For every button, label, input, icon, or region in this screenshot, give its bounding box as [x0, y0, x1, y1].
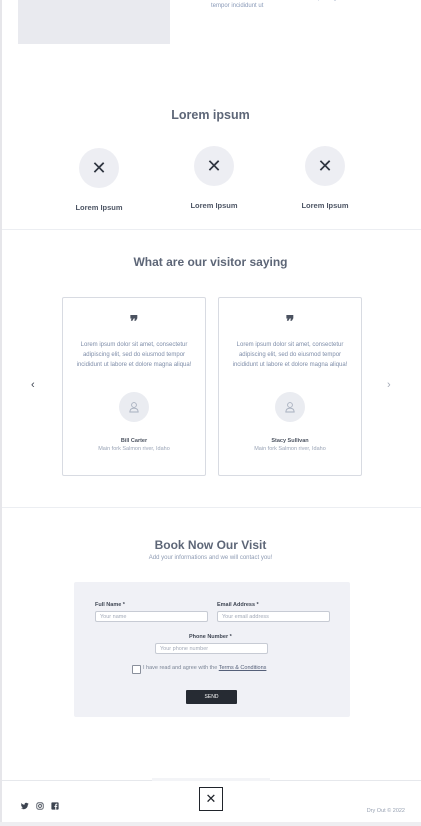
close-icon: ✕ — [79, 148, 119, 188]
feature-item: ✕ Lorem Ipsum — [169, 146, 259, 210]
instagram-icon[interactable] — [36, 802, 44, 812]
avatar-user-icon — [275, 392, 305, 422]
page-bottom-border — [0, 822, 421, 826]
feature-item: ✕ Lorem Ipsum — [54, 148, 144, 212]
agree-label: I have read and agree with the — [143, 665, 219, 671]
testimonial-location: Main fork Salmon river, Idaho — [254, 446, 326, 452]
close-icon: ✕ — [305, 146, 345, 186]
terms-agree-text: I have read and agree with the Terms & C… — [143, 665, 266, 671]
send-button[interactable]: SEND — [186, 690, 237, 704]
email-field[interactable]: Your email address — [217, 611, 330, 622]
feature-label: Lorem Ipsum — [301, 201, 349, 210]
avatar-user-icon — [119, 392, 149, 422]
twitter-icon[interactable] — [21, 802, 29, 812]
email-label: Email Address * — [217, 602, 259, 608]
section-divider — [2, 507, 421, 508]
close-icon[interactable]: ✕ — [199, 787, 223, 811]
full-name-field[interactable]: Your name — [95, 611, 208, 622]
testimonials-title: What are our visitor saying — [133, 255, 288, 269]
page-left-border — [0, 0, 2, 826]
features-title: Lorem ipsum — [171, 108, 250, 122]
carousel-prev-arrow-icon[interactable]: ‹ — [31, 379, 35, 391]
testimonial-location: Main fork Salmon river, Idaho — [98, 446, 170, 452]
testimonial-card: ❞ Lorem ipsum dolor sit amet, consectetu… — [218, 297, 362, 476]
facebook-icon[interactable] — [51, 802, 59, 812]
terms-checkbox[interactable] — [132, 665, 141, 674]
carousel-next-arrow-icon[interactable]: › — [387, 379, 391, 391]
close-icon: ✕ — [194, 146, 234, 186]
section-divider — [2, 229, 421, 230]
testimonial-text: Lorem ipsum dolor sit amet, consectetur … — [232, 342, 348, 368]
booking-subtitle: Add your informations and we will contac… — [148, 555, 273, 561]
terms-link[interactable]: Terms & Conditions — [219, 665, 267, 671]
testimonial-text: Lorem ipsum dolor sit amet, consectetur … — [76, 342, 192, 368]
booking-title: Book Now Our Visit — [154, 538, 267, 552]
testimonial-name: Stacy Sullivan — [271, 438, 309, 444]
quote-icon: ❞ — [129, 312, 139, 331]
copyright: Dry Out © 2022 — [366, 808, 405, 814]
testimonial-name: Bill Carter — [120, 438, 148, 444]
phone-label: Phone Number * — [189, 634, 232, 640]
testimonial-card: ❞ Lorem ipsum dolor sit amet, consectetu… — [62, 297, 206, 476]
footer-top-tab — [152, 778, 270, 781]
feature-label: Lorem Ipsum — [190, 201, 238, 210]
feature-item: ✕ Lorem Ipsum — [280, 146, 370, 210]
feature-label: Lorem Ipsum — [75, 203, 123, 212]
hero-text: incididunt dolor sit amet, consectetur a… — [211, 0, 392, 9]
full-name-label: Full Name * — [95, 602, 125, 608]
quote-icon: ❞ — [285, 312, 295, 331]
hero-image-placeholder — [18, 0, 170, 44]
phone-field[interactable]: Your phone number — [155, 643, 268, 654]
